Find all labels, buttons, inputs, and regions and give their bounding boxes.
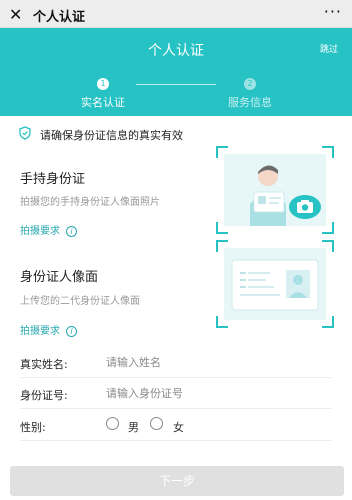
notice-bar: 请确保身份证信息的真实有效	[0, 122, 352, 146]
gender-male-radio[interactable]	[106, 417, 119, 430]
requirement-label: 拍摄要求	[20, 326, 60, 337]
card-subtitle-id-front: 上传您的二代身份证人像面	[20, 296, 140, 307]
card-title-handheld: 手持身份证	[20, 172, 86, 187]
step-1: 1 实名认证	[68, 78, 138, 110]
next-step-button[interactable]: 下一步	[10, 466, 344, 496]
step-label: 服务信息	[228, 96, 272, 109]
card-title-id-front: 身份证人像面	[20, 270, 99, 285]
shield-icon	[19, 126, 31, 140]
step-2: 2 服务信息	[214, 78, 286, 110]
skip-button[interactable]: 跳过	[320, 42, 338, 55]
info-icon[interactable]: i	[66, 226, 77, 237]
gender-male-label[interactable]: 男	[128, 419, 139, 435]
id-front-upload-frame[interactable]	[216, 240, 334, 328]
gender-row: 性别: 男 女	[20, 411, 332, 441]
name-row: 真实姓名:	[20, 348, 332, 378]
step-number: 2	[244, 78, 256, 90]
gender-female-label[interactable]: 女	[173, 419, 184, 435]
step-number: 1	[97, 78, 109, 90]
header: 个人认证 跳过 1 实名认证 2 服务信息	[0, 28, 352, 116]
handheld-upload-frame[interactable]	[216, 146, 334, 234]
more-icon[interactable]: ···	[324, 2, 342, 21]
card-subtitle-handheld: 拍摄您的手持身份证人像面照片	[20, 197, 160, 208]
id-number-row: 身份证号:	[20, 379, 332, 409]
id-number-label: 身份证号:	[20, 389, 68, 402]
name-input[interactable]	[106, 352, 326, 372]
top-bar: ✕ 个人认证 ···	[0, 0, 352, 28]
requirement-label: 拍摄要求	[20, 226, 60, 237]
name-label: 真实姓名:	[20, 358, 68, 371]
camera-icon[interactable]	[288, 194, 322, 220]
notice-text: 请确保身份证信息的真实有效	[40, 129, 183, 142]
gender-label: 性别:	[20, 421, 46, 434]
step-connector	[136, 84, 216, 85]
window-title: 个人认证	[33, 10, 86, 25]
photo-requirement-link[interactable]: 拍摄要求 i	[20, 222, 77, 237]
info-icon[interactable]: i	[66, 326, 77, 337]
gender-female-radio[interactable]	[150, 417, 163, 430]
page-title: 个人认证	[148, 43, 204, 59]
step-label: 实名认证	[81, 96, 125, 109]
id-number-input[interactable]	[106, 383, 326, 403]
close-icon[interactable]: ✕	[9, 5, 22, 24]
photo-requirement-link[interactable]: 拍摄要求 i	[20, 322, 77, 337]
id-card-illustration	[231, 259, 319, 311]
